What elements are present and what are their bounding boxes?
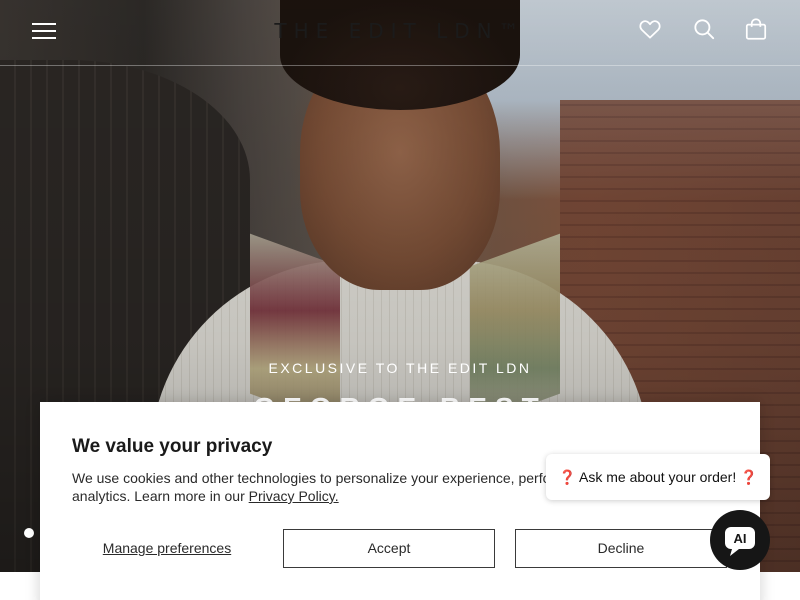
chat-prompt-bubble[interactable]: ❓ Ask me about your order! ❓ [546,454,770,500]
search-icon[interactable] [691,16,717,42]
heart-icon[interactable] [637,16,663,42]
privacy-policy-link[interactable]: Privacy Policy. [249,488,339,504]
accept-button[interactable]: Accept [283,529,495,568]
hero-eyebrow: EXCLUSIVE TO THE EDIT LDN [268,360,532,376]
chat-launcher-button[interactable]: AI [710,510,770,570]
decline-button[interactable]: Decline [515,529,727,568]
slide-dot-active[interactable] [24,528,34,538]
manage-preferences-button[interactable]: Manage preferences [82,529,252,567]
cookie-consent-banner: We value your privacy We use cookies and… [40,402,760,600]
site-logo[interactable]: THE EDIT LDN™ [0,19,800,43]
cookie-heading: We value your privacy [72,436,273,457]
shopping-bag-icon[interactable] [743,16,769,42]
ai-chat-icon: AI [725,527,755,556]
ai-chat-label: AI [734,531,747,546]
site-header: THE EDIT LDN™ [0,0,800,66]
